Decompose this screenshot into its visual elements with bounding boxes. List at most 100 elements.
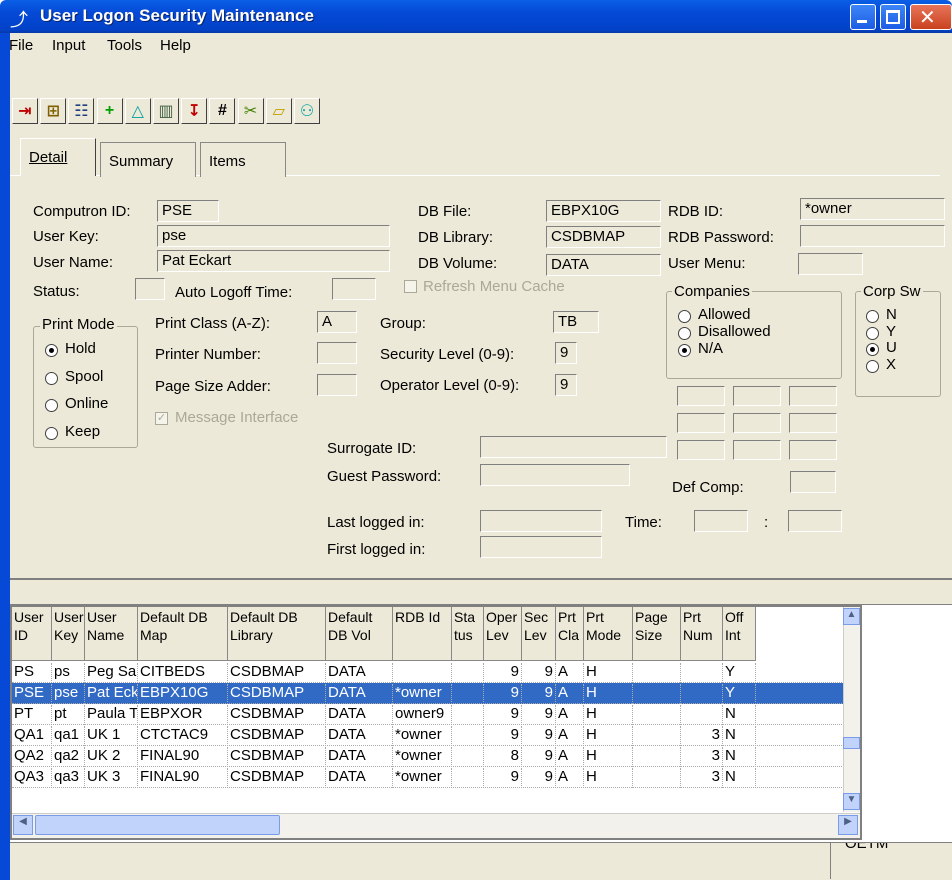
- users-grid[interactable]: User ID User Key User Name Default DB Map De…: [10, 605, 862, 840]
- minimize-button[interactable]: [850, 4, 876, 30]
- grid-header-13[interactable]: Prt Num: [681, 607, 723, 661]
- print-mode-radio-spool[interactable]: [45, 371, 58, 385]
- horizontal-scroll-thumb[interactable]: [35, 815, 280, 835]
- toolbar-button-folder[interactable]: ▱: [265, 98, 292, 124]
- toolbar-button-exit[interactable]: ⇥: [12, 98, 38, 124]
- menu-help[interactable]: Help: [160, 37, 191, 54]
- menu-tools[interactable]: Tools: [107, 37, 142, 54]
- grid-header-1[interactable]: User Key: [52, 607, 85, 661]
- time-hours-field[interactable]: [694, 510, 748, 532]
- computron-id-field[interactable]: PSE: [157, 200, 219, 222]
- print-class-field[interactable]: A: [317, 311, 357, 333]
- user-menu-field[interactable]: [798, 253, 863, 275]
- company-code-field[interactable]: [733, 413, 781, 433]
- company-code-field[interactable]: [733, 440, 781, 460]
- toolbar-button-shapes[interactable]: ⚇: [294, 98, 320, 124]
- tab-items[interactable]: Items: [200, 142, 286, 177]
- user-name-field[interactable]: Pat Eckart: [157, 250, 390, 272]
- toolbar-button-trash[interactable]: ▥: [153, 98, 179, 124]
- company-code-field[interactable]: [789, 386, 837, 406]
- company-code-field[interactable]: [789, 440, 837, 460]
- splitter[interactable]: [10, 578, 952, 605]
- companies-radio-allowed[interactable]: [678, 310, 691, 323]
- db-file-field[interactable]: EBPX10G: [546, 200, 661, 222]
- tab-summary[interactable]: Summary: [100, 142, 196, 177]
- refresh-menu-checkbox[interactable]: [404, 280, 417, 293]
- page-size-field[interactable]: [317, 374, 357, 396]
- user-key-field[interactable]: pse: [157, 225, 390, 247]
- print-mode-radio-online[interactable]: [45, 399, 58, 412]
- company-code-field[interactable]: [677, 413, 725, 433]
- def-comp-field[interactable]: [790, 471, 836, 493]
- printer-number-field[interactable]: [317, 342, 357, 364]
- first-logged-field[interactable]: [480, 536, 602, 558]
- company-code-field[interactable]: [789, 413, 837, 433]
- maximize-button[interactable]: [880, 4, 906, 30]
- table-row[interactable]: QA2 qa2 UK 2 FINAL90 CSDBMAP DATA *owner 8 9 A H 3 N: [12, 746, 860, 767]
- tab-detail[interactable]: Detail: [20, 138, 96, 176]
- toolbar-button-tree[interactable]: ⊞: [40, 98, 67, 124]
- auto-logoff-field[interactable]: [332, 278, 376, 300]
- time-minutes-field[interactable]: [788, 510, 842, 532]
- close-button[interactable]: ✕: [910, 4, 952, 30]
- operator-level-field[interactable]: 9: [555, 374, 577, 396]
- print-mode-option-label: Hold: [65, 340, 96, 357]
- db-volume-field[interactable]: DATA: [546, 254, 661, 276]
- message-interface-checkbox[interactable]: ✓: [155, 412, 168, 425]
- surrogate-id-field[interactable]: [480, 436, 667, 458]
- group-field[interactable]: TB: [553, 311, 599, 333]
- scroll-down-button[interactable]: ▼: [843, 793, 860, 810]
- rdb-password-field[interactable]: [800, 225, 945, 247]
- scroll-thumb[interactable]: [843, 737, 860, 749]
- toolbar-button-add[interactable]: +: [96, 98, 123, 124]
- status-field[interactable]: [135, 278, 165, 300]
- title-bar[interactable]: ⤴ User Logon Security Maintenance ✕: [0, 0, 952, 33]
- toolbar-button-tools[interactable]: ✂: [237, 98, 264, 124]
- print-mode-radio-keep[interactable]: [45, 426, 58, 440]
- grid-header-0[interactable]: User ID: [12, 607, 52, 661]
- table-row[interactable]: QA3 qa3 UK 3 FINAL90 CSDBMAP DATA *owner 9 9 A H 3 N: [12, 767, 860, 788]
- grid-header-6[interactable]: RDB Id: [393, 607, 452, 661]
- db-library-field[interactable]: CSDBMAP: [546, 226, 661, 248]
- toolbar-button-triangle[interactable]: △: [124, 98, 151, 124]
- grid-cell: DATA: [326, 684, 393, 704]
- scroll-right-button[interactable]: ▶: [838, 815, 858, 835]
- last-logged-field[interactable]: [480, 510, 602, 532]
- company-code-field[interactable]: [733, 386, 781, 406]
- companies-radio-na[interactable]: [678, 344, 691, 357]
- company-code-field[interactable]: [677, 386, 725, 406]
- corp-sw-radio-u[interactable]: [866, 343, 879, 356]
- table-row[interactable]: PSpsPeg SamuCITBEDSCSDBMAPDATA99AHY: [12, 662, 860, 683]
- toolbar-button-hash[interactable]: #: [209, 98, 236, 124]
- grid-header-10[interactable]: Prt Cla: [556, 607, 584, 661]
- menu-input[interactable]: Input: [52, 37, 85, 54]
- grid-header-8[interactable]: Oper Lev: [484, 607, 522, 661]
- table-row[interactable]: PSEpsePat EckartEBPX10GCSDBMAPDATA*owner…: [12, 683, 860, 704]
- rdb-id-field[interactable]: *owner: [800, 198, 945, 220]
- grid-header-9[interactable]: Sec Lev: [522, 607, 556, 661]
- grid-header-7[interactable]: Sta tus: [452, 607, 484, 661]
- grid-header-4[interactable]: Default DB Library: [228, 607, 326, 661]
- security-level-field[interactable]: 9: [555, 342, 577, 364]
- corp-sw-radio-n[interactable]: [866, 310, 879, 323]
- companies-radio-disallowed[interactable]: [678, 327, 691, 340]
- grid-header-5[interactable]: Default DB Vol: [326, 607, 393, 661]
- grid-header-14[interactable]: Off Int: [723, 607, 756, 661]
- grid-header-3[interactable]: Default DB Map: [138, 607, 228, 661]
- grid-header-11[interactable]: Prt Mode: [584, 607, 633, 661]
- scroll-left-button[interactable]: ◀: [13, 815, 33, 835]
- company-code-field[interactable]: [677, 440, 725, 460]
- table-row[interactable]: QA1 qa1 UK 1 CTCTAC9 CSDBMAP DATA *owner 9 9 A H 3 N: [12, 725, 860, 746]
- scroll-up-button[interactable]: ▲: [843, 608, 860, 625]
- table-row[interactable]: PTptPaula TimiEBPXORCSDBMAPDATAowner999A…: [12, 704, 860, 725]
- guest-password-field[interactable]: [480, 464, 630, 486]
- grid-header-12[interactable]: Page Size: [633, 607, 681, 661]
- vertical-scrollbar[interactable]: [843, 607, 860, 812]
- print-mode-radio-hold[interactable]: [45, 344, 58, 357]
- toolbar-button-import[interactable]: ↧: [181, 98, 208, 124]
- corp-sw-radio-x[interactable]: [866, 359, 879, 373]
- toolbar-button-users[interactable]: ☷: [68, 98, 95, 124]
- corp-sw-radio-y[interactable]: [866, 326, 879, 340]
- menu-file[interactable]: File: [9, 37, 33, 54]
- grid-header-2[interactable]: User Name: [85, 607, 138, 661]
